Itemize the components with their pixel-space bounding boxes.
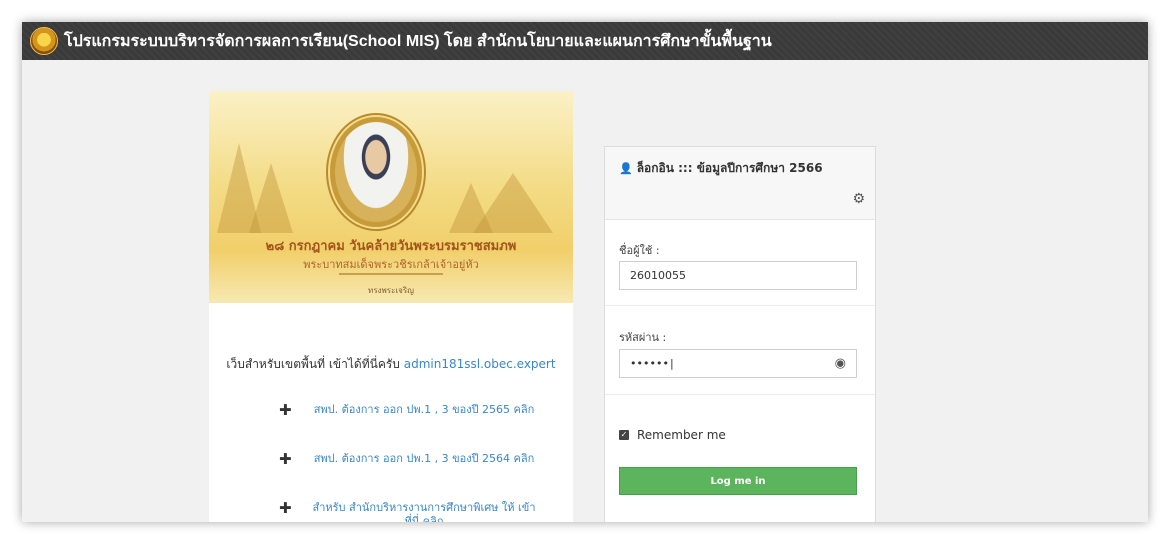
gear-icon[interactable]: ⚙: [852, 191, 865, 207]
login-button[interactable]: Log me in: [619, 467, 857, 495]
school-emblem-icon: [30, 27, 58, 55]
remember-me-label: Remember me: [637, 428, 726, 442]
password-input[interactable]: •••••• | ◉: [619, 349, 857, 378]
banner-subcaption: พระบาทสมเด็จพระวชิรเกล้าเจ้าอยู่หัว: [303, 258, 479, 271]
checkbox-icon[interactable]: ✓: [619, 430, 629, 440]
special-education-link[interactable]: สำหรับ สำนักบริหารงานการศึกษาพิเศษ ให้ เ…: [309, 501, 539, 522]
list-item: ✚ สพป. ต้องการ ออก ปพ.1 , 3 ของปี 2565 ค…: [279, 401, 549, 419]
username-input[interactable]: 26010055: [619, 261, 857, 290]
royal-banner-image: ๒๘ กรกฎาคม วันคล้ายวันพระบรมราชสมภพ พระบ…: [209, 91, 573, 303]
user-icon: 👤: [619, 162, 633, 175]
report-2564-link[interactable]: สพป. ต้องการ ออก ปพ.1 , 3 ของปี 2564 คลิ…: [309, 452, 539, 466]
banner-blessing: ทรงพระเจริญ: [368, 286, 414, 295]
banner-divider: [339, 273, 443, 275]
royal-portrait: [330, 117, 422, 227]
remember-me-checkbox[interactable]: ✓ Remember me: [619, 428, 726, 442]
password-label: รหัสผ่าน :: [619, 331, 667, 344]
eye-icon[interactable]: ◉: [835, 356, 846, 371]
area-office-link[interactable]: admin181ssl.obec.expert: [404, 357, 556, 371]
list-item: ✚ สพป. ต้องการ ออก ปพ.1 , 3 ของปี 2564 ค…: [279, 450, 549, 468]
plus-icon: ✚: [279, 401, 292, 419]
username-label: ชื่อผู้ใช้ :: [619, 244, 660, 257]
login-header: 👤 ล็อกอิน ::: ข้อมูลปีการศึกษา 2566 ⚙: [605, 147, 875, 220]
app-title: โปรแกรมระบบบริหารจัดการผลการเรียน(School…: [64, 32, 772, 50]
info-panel: ๒๘ กรกฎาคม วันคล้ายวันพระบรมราชสมภพ พระบ…: [209, 91, 573, 522]
login-panel: 👤 ล็อกอิน ::: ข้อมูลปีการศึกษา 2566 ⚙ ชื่…: [604, 146, 876, 522]
plus-icon: ✚: [279, 499, 292, 517]
list-item: ✚ สำหรับ สำนักบริหารงานการศึกษาพิเศษ ให้…: [279, 499, 549, 523]
top-header-bar: โปรแกรมระบบบริหารจัดการผลการเรียน(School…: [22, 22, 1148, 60]
report-2565-link[interactable]: สพป. ต้องการ ออก ปพ.1 , 3 ของปี 2565 คลิ…: [309, 403, 539, 417]
banner-caption: ๒๘ กรกฎาคม วันคล้ายวันพระบรมราชสมภพ: [265, 239, 517, 254]
area-office-note: เว็บสำหรับเขตพื้นที่ เข้าได้ที่นี่ครับ a…: [226, 357, 556, 371]
plus-icon: ✚: [279, 450, 292, 468]
login-title: 👤 ล็อกอิน ::: ข้อมูลปีการศึกษา 2566: [619, 161, 823, 175]
browser-page: โปรแกรมระบบบริหารจัดการผลการเรียน(School…: [22, 22, 1148, 522]
